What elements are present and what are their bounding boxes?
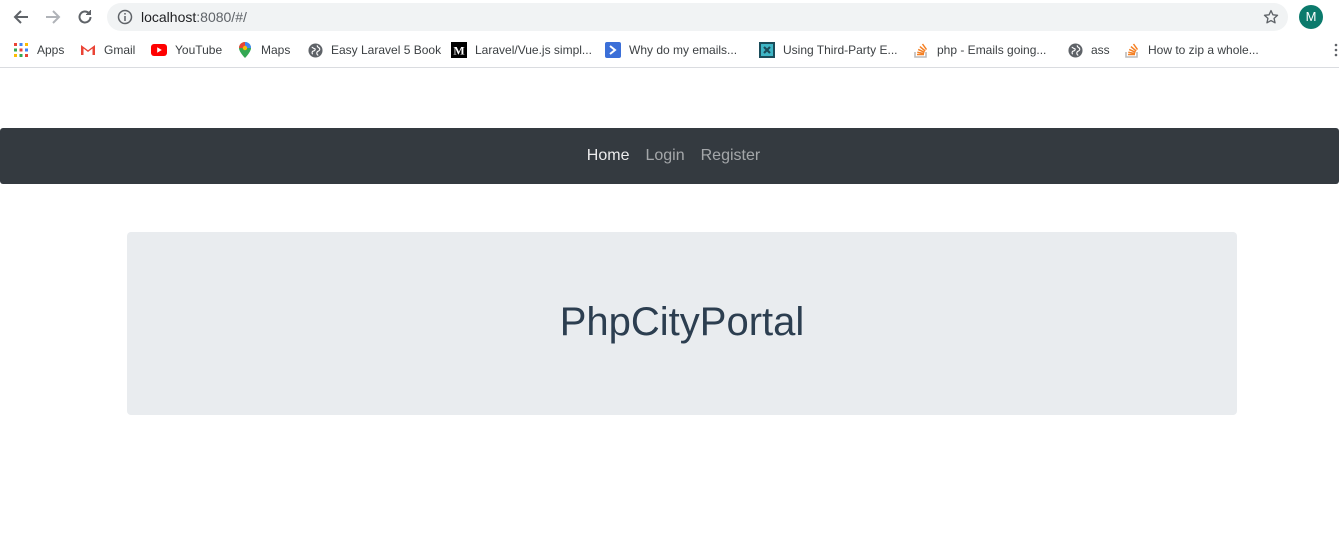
url-text[interactable]: localhost:8080/#/ xyxy=(141,9,247,25)
more-bookmarks-icon[interactable] xyxy=(1334,43,1338,57)
bookmark-label: Why do my emails... xyxy=(629,43,738,57)
url-path: :8080/#/ xyxy=(196,9,247,25)
bookmark-label: Gmail xyxy=(104,43,136,57)
bookmark-star-icon[interactable] xyxy=(1262,8,1280,31)
bookmark-zip[interactable]: How to zip a whole... xyxy=(1124,41,1259,59)
svg-text:M: M xyxy=(453,44,464,58)
reload-icon xyxy=(78,10,92,24)
address-bar[interactable]: localhost:8080/#/ xyxy=(107,3,1288,31)
bookmark-why-emails[interactable]: Why do my emails... xyxy=(605,41,737,59)
bookmark-php-emails[interactable]: php - Emails going... xyxy=(913,41,1046,59)
bookmark-youtube[interactable]: YouTube xyxy=(151,41,222,59)
site-navbar: Home Login Register xyxy=(0,128,1339,184)
globe-icon xyxy=(1067,42,1083,58)
nav-link-register[interactable]: Register xyxy=(693,147,769,165)
browser-toolbar: localhost:8080/#/ M xyxy=(0,0,1339,35)
page-title: PhpCityPortal xyxy=(559,300,805,344)
profile-avatar[interactable]: M xyxy=(1299,5,1323,29)
gmail-icon xyxy=(80,42,96,58)
forward-button[interactable] xyxy=(41,6,65,28)
bookmark-third-party[interactable]: Using Third-Party E... xyxy=(759,41,897,59)
reload-button[interactable] xyxy=(73,6,97,28)
bookmark-easy-laravel[interactable]: Easy Laravel 5 Book xyxy=(307,41,441,59)
maps-pin-icon xyxy=(237,42,253,58)
youtube-icon xyxy=(151,42,167,58)
stackoverflow-icon xyxy=(913,42,929,58)
bookmark-label: YouTube xyxy=(175,43,223,57)
bookmark-label: Laravel/Vue.js simpl... xyxy=(475,43,592,57)
url-host: localhost xyxy=(141,9,197,25)
nav-link-login[interactable]: Login xyxy=(637,147,692,165)
nav-links: Home Login Register xyxy=(4,128,1339,184)
puzzle-site-icon xyxy=(759,42,775,58)
bookmark-label: Maps xyxy=(261,43,291,57)
site-info-icon[interactable] xyxy=(117,9,133,30)
bookmark-label: Apps xyxy=(37,43,65,57)
bookmark-label: Using Third-Party E... xyxy=(783,43,898,57)
bookmark-label: Easy Laravel 5 Book xyxy=(331,43,442,57)
forward-arrow-icon xyxy=(46,10,61,24)
bookmark-label: How to zip a whole... xyxy=(1148,43,1259,57)
apps-grid-icon xyxy=(13,42,29,58)
medium-icon: M xyxy=(451,42,467,58)
bookmark-ass[interactable]: ass xyxy=(1067,41,1110,59)
arrow-app-icon xyxy=(605,42,621,58)
bookmark-label: ass xyxy=(1091,43,1110,57)
jumbotron: PhpCityPortal xyxy=(127,232,1237,415)
nav-link-home[interactable]: Home xyxy=(579,147,638,165)
back-arrow-icon xyxy=(13,10,28,24)
globe-icon xyxy=(307,42,323,58)
bookmark-label: php - Emails going... xyxy=(937,43,1047,57)
back-button[interactable] xyxy=(9,6,33,28)
bookmark-maps[interactable]: Maps xyxy=(237,41,290,59)
stackoverflow-icon xyxy=(1124,42,1140,58)
bookmarks-bar: Apps Gmail YouTube Maps Easy Laravel 5 B… xyxy=(0,35,1339,68)
bookmark-apps[interactable]: Apps xyxy=(13,41,64,59)
bookmark-gmail[interactable]: Gmail xyxy=(80,41,135,59)
bookmark-laravel-vue[interactable]: M Laravel/Vue.js simpl... xyxy=(451,41,592,59)
